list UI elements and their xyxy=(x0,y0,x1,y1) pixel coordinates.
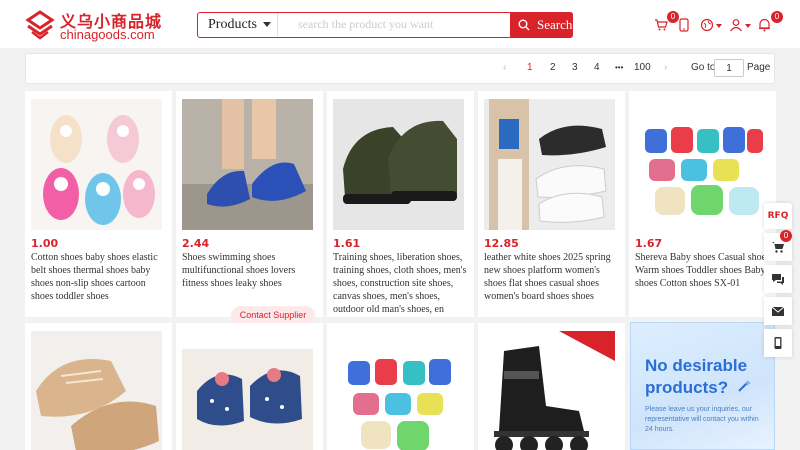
product-card[interactable] xyxy=(176,323,323,450)
product-title[interactable]: leather white shoes 2025 spring new shoe… xyxy=(484,251,620,317)
notification-count-badge: 0 xyxy=(771,11,783,23)
float-email-button[interactable] xyxy=(764,297,792,325)
chevron-down-icon xyxy=(745,24,751,28)
user-icon xyxy=(730,19,742,32)
product-title[interactable]: Shereva Baby shoes Casual shoes Warm sho… xyxy=(635,251,771,317)
page-ellipsis[interactable]: ••• xyxy=(615,63,623,72)
float-chat-button[interactable] xyxy=(764,265,792,293)
product-price: 12.85 xyxy=(484,237,519,250)
globe-icon xyxy=(700,18,714,32)
rfq-button[interactable]: RFQ xyxy=(764,203,792,229)
mobile-phone-icon xyxy=(774,337,782,349)
search-button[interactable]: Search xyxy=(510,11,573,38)
product-image-white-leather-shoes[interactable] xyxy=(484,99,615,230)
top-header: 义乌小商品城 chinagoods.com Products Search 0 xyxy=(0,0,800,48)
product-image-baby-bunny-shoes[interactable] xyxy=(31,99,162,230)
chinagoods-logo[interactable]: 义乌小商品城 chinagoods.com xyxy=(24,8,174,42)
product-image-baby-boat-shoes[interactable] xyxy=(31,331,162,450)
product-card[interactable] xyxy=(327,323,474,450)
product-card[interactable] xyxy=(25,323,172,450)
product-card[interactable]: 1.67 Shereva Baby shoes Casual shoes War… xyxy=(629,91,776,317)
next-page-chevron-icon[interactable]: › xyxy=(664,62,667,73)
float-mobile-button[interactable] xyxy=(764,329,792,357)
logo-en-text: chinagoods.com xyxy=(60,27,155,42)
page-link[interactable]: 100 xyxy=(634,62,651,73)
magic-wand-icon xyxy=(738,380,751,392)
product-card[interactable]: 12.85 leather white shoes 2025 spring ne… xyxy=(478,91,625,317)
bell-icon xyxy=(759,18,770,32)
chevron-down-icon xyxy=(263,22,271,27)
cart-icon xyxy=(772,242,784,253)
right-float-toolbar: RFQ 0 xyxy=(764,203,792,357)
email-icon xyxy=(771,306,785,316)
product-card[interactable]: 1.00 Cotton shoes baby shoes elastic bel… xyxy=(25,91,172,317)
search-category-label: Products xyxy=(208,17,257,32)
product-image-baby-cotton-shoes[interactable] xyxy=(635,99,766,230)
logo-mark-icon xyxy=(25,10,55,40)
page-link[interactable]: 4 xyxy=(594,62,600,73)
page-label: Page xyxy=(747,62,771,73)
product-price: 1.61 xyxy=(333,237,361,250)
search-icon xyxy=(518,19,530,30)
promo-subtitle: Please leave us your inquiries, our repr… xyxy=(645,406,759,433)
product-card[interactable] xyxy=(478,323,625,450)
product-image-baby-animal-shoes[interactable] xyxy=(333,331,464,450)
page-link[interactable]: 1 xyxy=(527,62,533,73)
product-title[interactable]: Cotton shoes baby shoes elastic belt sho… xyxy=(31,251,167,317)
mobile-phone-icon xyxy=(679,18,689,32)
float-cart-button[interactable]: 0 xyxy=(764,230,792,261)
search-category-select[interactable]: Products xyxy=(198,13,278,36)
header-language-button[interactable] xyxy=(700,18,722,34)
page-link[interactable]: 3 xyxy=(572,62,578,73)
header-cart-button[interactable]: 0 xyxy=(654,11,679,34)
product-image-swimming-shoes[interactable] xyxy=(182,99,313,230)
product-title[interactable]: Training shoes, liberation shoes, traini… xyxy=(333,251,469,317)
product-image-roller-skates[interactable] xyxy=(484,331,615,450)
header-account-button[interactable] xyxy=(729,18,751,34)
cart-icon xyxy=(655,19,668,31)
prev-page-chevron-icon[interactable]: ‹ xyxy=(503,62,506,73)
chat-icon xyxy=(772,274,784,285)
page-link[interactable]: 2 xyxy=(550,62,556,73)
header-mobile-button[interactable] xyxy=(678,18,694,34)
goto-label: Go to xyxy=(691,62,716,73)
search-button-label: Search xyxy=(537,16,573,32)
pagination-bar: ‹ 1 2 3 4 ••• 100 › Go to Page xyxy=(25,53,775,84)
product-card[interactable]: 2.44 Shoes swimming shoes multifunctiona… xyxy=(176,91,323,317)
inquiry-promo-banner[interactable]: No desirable products? Please leave us y… xyxy=(630,322,775,450)
header-notification-button[interactable]: 0 xyxy=(758,11,783,34)
search-input[interactable] xyxy=(282,15,504,34)
product-price: 2.44 xyxy=(182,237,210,250)
float-cart-badge: 0 xyxy=(780,230,792,242)
product-image-baby-dot-shoes[interactable] xyxy=(182,331,313,450)
product-price: 1.00 xyxy=(31,237,59,250)
product-price: 1.67 xyxy=(635,237,663,250)
search-bar: Products Search xyxy=(197,11,573,38)
product-card[interactable]: 1.61 Training shoes, liberation shoes, t… xyxy=(327,91,474,317)
goto-page-input[interactable] xyxy=(714,59,744,77)
product-image-training-shoes[interactable] xyxy=(333,99,464,230)
chevron-down-icon xyxy=(716,24,722,28)
